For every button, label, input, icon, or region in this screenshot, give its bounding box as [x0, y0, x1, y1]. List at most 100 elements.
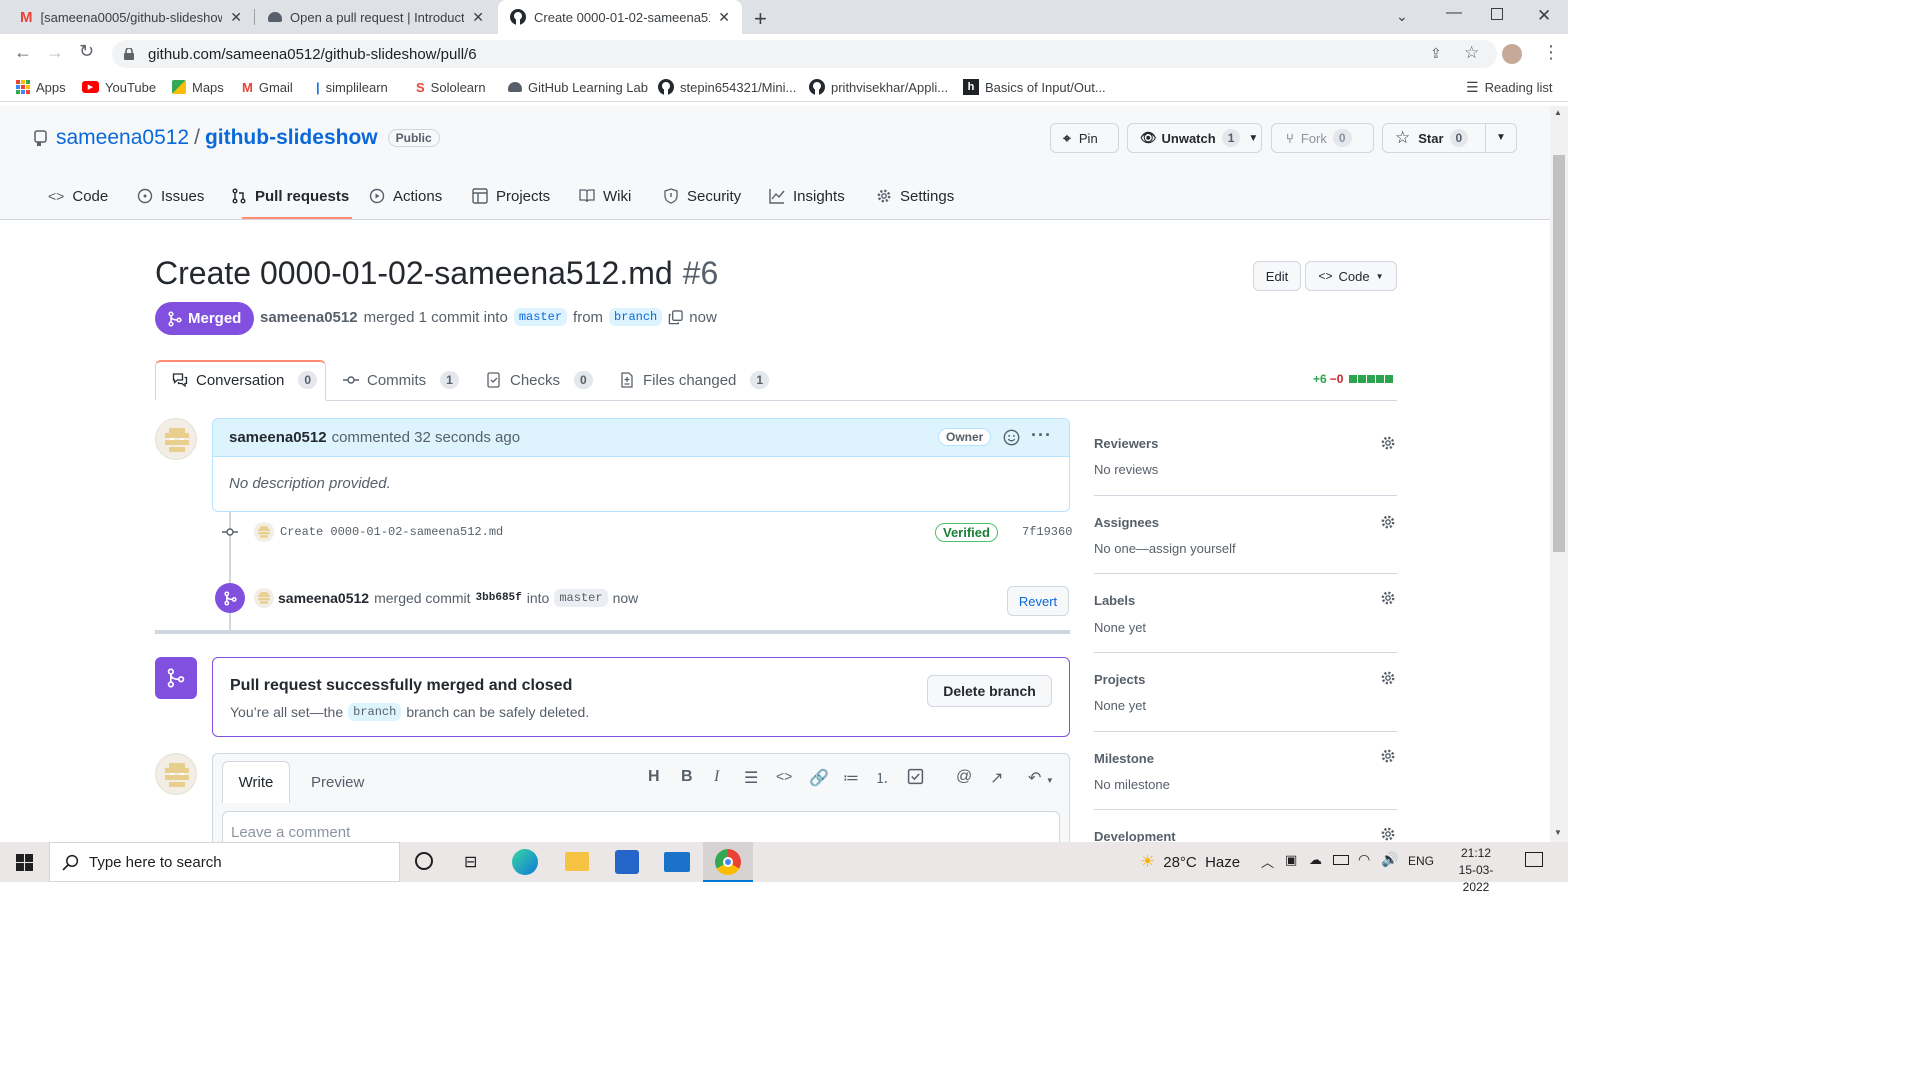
nav-insights[interactable]: Insights [769, 176, 845, 216]
cortana-icon[interactable] [415, 852, 433, 870]
bookmark-maps[interactable]: Maps [172, 72, 224, 102]
scroll-up-icon[interactable]: ▲ [1554, 108, 1562, 117]
back-icon[interactable]: ← [14, 42, 32, 63]
sidebar-heading-reviewers[interactable]: Reviewers [1094, 436, 1158, 451]
nav-pull-requests[interactable]: Pull requests [231, 176, 349, 216]
taskbar-search-box[interactable]: Type here to search [49, 842, 400, 882]
close-tab-icon[interactable]: ✕ [718, 9, 730, 26]
code-dropdown-button[interactable]: <> Code ▼ [1305, 261, 1397, 291]
close-window-icon[interactable]: ✕ [1537, 6, 1551, 26]
nav-security[interactable]: Security [663, 176, 741, 216]
comment-timestamp[interactable]: commented 32 seconds ago [332, 429, 520, 446]
task-view-icon[interactable]: ⊟ [464, 852, 477, 872]
mention-icon[interactable]: @ [956, 768, 972, 786]
merge-branch-label[interactable]: master [554, 589, 608, 607]
projects-gear-icon[interactable] [1380, 670, 1396, 686]
labels-gear-icon[interactable] [1380, 590, 1396, 606]
tab-checks[interactable]: Checks 0 [486, 360, 593, 400]
reply-icon[interactable]: ↶ ▼ [1028, 768, 1054, 788]
heading-icon[interactable]: H [648, 768, 660, 786]
volume-icon[interactable]: 🔊 [1381, 851, 1398, 868]
verified-badge[interactable]: Verified [935, 523, 998, 542]
scroll-down-icon[interactable]: ▼ [1554, 828, 1562, 837]
browser-tab-learning-lab[interactable]: Open a pull request | Introduction ✕ [256, 0, 496, 34]
bookmark-stepin[interactable]: stepin654321/Mini... [658, 72, 796, 102]
write-tab[interactable]: Write [222, 761, 290, 803]
commit-avatar[interactable] [254, 522, 274, 542]
avatar[interactable] [155, 418, 197, 460]
close-tab-icon[interactable]: ✕ [230, 9, 242, 26]
milestone-gear-icon[interactable] [1380, 748, 1396, 764]
scrollbar-thumb[interactable] [1553, 155, 1565, 552]
development-gear-icon[interactable] [1380, 826, 1396, 842]
commit-message-link[interactable]: Create 0000-01-02-sameena512.md [280, 525, 503, 539]
kebab-icon[interactable]: ··· [1031, 425, 1052, 446]
reading-list[interactable]: ☰ Reading list [1466, 72, 1553, 102]
weather-widget[interactable]: ☀ 28°C Haze [1140, 852, 1240, 872]
minimize-icon[interactable]: — [1446, 4, 1462, 22]
bookmark-simplilearn[interactable]: | simplilearn [316, 72, 388, 102]
edit-button[interactable]: Edit [1253, 261, 1301, 291]
merged-branch-label[interactable]: branch [348, 703, 402, 721]
browser-tab-active[interactable]: Create 0000-01-02-sameena512.md ✕ [498, 0, 742, 34]
language-indicator[interactable]: ENG [1408, 854, 1434, 868]
avatar[interactable] [155, 753, 197, 795]
bookmark-youtube[interactable]: ▶ YouTube [82, 72, 156, 102]
sidebar-heading-labels[interactable]: Labels [1094, 593, 1135, 608]
windows-start-icon[interactable] [16, 854, 33, 871]
bookmark-apps[interactable]: Apps [16, 72, 66, 102]
nav-code[interactable]: <> Code [48, 176, 108, 216]
preview-tab[interactable]: Preview [311, 774, 364, 791]
repo-name-link[interactable]: github-slideshow [205, 126, 378, 150]
share-icon[interactable]: ⇪ [1430, 45, 1442, 62]
tab-files-changed[interactable]: Files changed 1 [619, 360, 770, 400]
tray-chevron-icon[interactable]: ︿ [1261, 852, 1274, 871]
new-tab-icon[interactable]: + [754, 6, 767, 32]
forward-icon[interactable]: → [46, 42, 64, 63]
cross-reference-icon[interactable]: ↗ [990, 768, 1003, 788]
commit-sha-link[interactable]: 7f19360 [1022, 525, 1072, 539]
merge-author-link[interactable]: sameena0512 [278, 590, 369, 606]
bookmark-sololearn[interactable]: S Sololearn [416, 72, 486, 102]
code-icon[interactable]: <> [776, 768, 792, 784]
bookmark-prithvisekhar[interactable]: prithvisekhar/Appli... [809, 72, 948, 102]
revert-button[interactable]: Revert [1007, 586, 1069, 616]
sidebar-heading-projects[interactable]: Projects [1094, 672, 1145, 687]
nav-projects[interactable]: Projects [472, 176, 550, 216]
tab-commits[interactable]: Commits 1 [343, 360, 459, 400]
notification-icon[interactable] [1525, 852, 1543, 867]
chrome-menu-icon[interactable]: ⋮ [1542, 42, 1560, 63]
nav-issues[interactable]: Issues [137, 176, 204, 216]
unwatch-button[interactable]: 👁 Unwatch 1 ▼ [1127, 123, 1262, 153]
clock[interactable]: 21:12 15-03-2022 [1446, 845, 1506, 896]
repo-owner-link[interactable]: sameena0512 [56, 126, 189, 150]
wifi-icon[interactable]: ◠ [1358, 851, 1370, 868]
meet-now-icon[interactable]: ▣ [1285, 852, 1297, 868]
nav-actions[interactable]: Actions [369, 176, 442, 216]
quote-icon[interactable]: ☰ [744, 768, 758, 788]
assignees-gear-icon[interactable] [1380, 514, 1396, 530]
address-bar[interactable]: github.com/sameena0512/github-slideshow/… [112, 40, 1497, 68]
base-branch-label[interactable]: master [513, 308, 568, 326]
profile-avatar[interactable] [1502, 44, 1522, 64]
merge-avatar[interactable] [254, 588, 274, 608]
comment-author-link[interactable]: sameena0512 [229, 429, 327, 446]
sidebar-value-assignees[interactable]: No one—assign yourself [1094, 541, 1236, 556]
head-branch-label[interactable]: branch [609, 308, 663, 326]
edge-icon[interactable] [512, 849, 538, 875]
reviewers-gear-icon[interactable] [1380, 435, 1396, 451]
reload-icon[interactable]: ↻ [79, 41, 94, 62]
nav-wiki[interactable]: Wiki [579, 176, 631, 216]
bold-icon[interactable]: B [681, 768, 693, 786]
close-tab-icon[interactable]: ✕ [472, 9, 484, 26]
copy-icon[interactable] [668, 309, 683, 325]
bookmark-github-learning-lab[interactable]: GitHub Learning Lab [508, 72, 648, 102]
ordered-list-icon[interactable]: ⒈ [875, 768, 889, 788]
battery-icon[interactable] [1333, 855, 1349, 865]
delete-branch-button[interactable]: Delete branch [927, 675, 1052, 707]
mail-icon[interactable] [664, 852, 690, 872]
unordered-list-icon[interactable]: ≔ [843, 768, 859, 788]
sidebar-heading-milestone[interactable]: Milestone [1094, 751, 1154, 766]
tab-conversation[interactable]: Conversation 0 [172, 360, 318, 400]
restore-icon[interactable] [1491, 8, 1503, 20]
